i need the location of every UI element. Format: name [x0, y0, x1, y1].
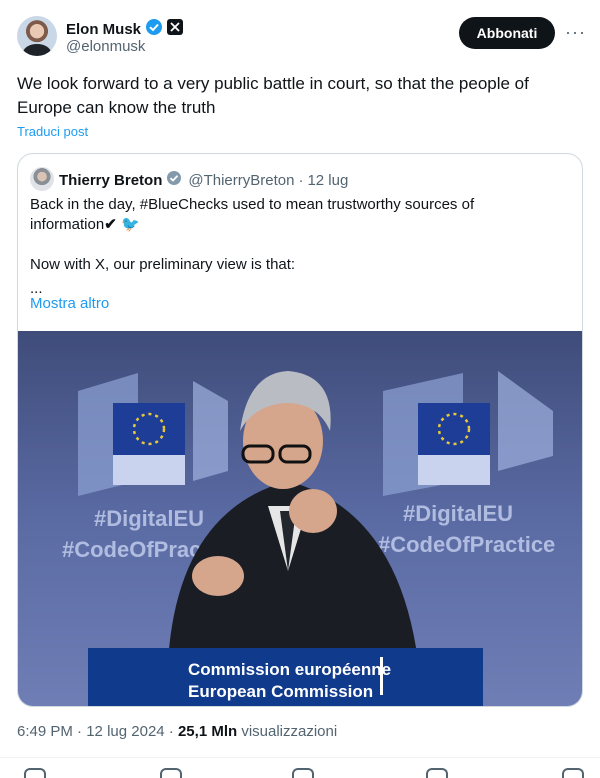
quoted-text-line: Now with X, our preliminary view is that…: [30, 256, 296, 273]
verified-badge-icon: [145, 18, 163, 41]
quoted-author-avatar: [30, 167, 54, 191]
tweet-metadata: 6:49 PM · 12 lug 2024 · 25,1 Mln visuali…: [17, 723, 338, 740]
repost-icon[interactable]: [160, 768, 182, 778]
quoted-tweet-header: Thierry Breton @ThierryBreton · 12 lug: [59, 170, 349, 190]
reply-icon[interactable]: [24, 768, 46, 778]
quoted-tweet[interactable]: Thierry Breton @ThierryBreton · 12 lug B…: [17, 153, 583, 707]
x-logo-icon: [167, 19, 184, 40]
share-icon[interactable]: [562, 768, 584, 778]
quoted-text-line: information: [30, 216, 105, 233]
quoted-tweet-photo[interactable]: #DigitalEU #CodeOfPractice #DigitalEU #C…: [18, 331, 582, 706]
hashtag-right-2: #CodeOfPractice: [378, 532, 555, 557]
tweet-date[interactable]: 12 lug 2024: [86, 723, 164, 740]
check-mark-icon: ✔: [104, 216, 117, 233]
divider: [0, 757, 600, 758]
hashtag-left-1: #DigitalEU: [94, 506, 204, 531]
quoted-tweet-date: 12 lug: [307, 171, 349, 189]
views-count: 25,1 Mln: [177, 723, 238, 740]
subscribe-button[interactable]: Abbonati: [459, 17, 555, 49]
author-handle[interactable]: @elonmusk: [66, 38, 145, 55]
quoted-author-handle: @ThierryBreton: [188, 171, 295, 189]
quoted-text-line: Back in the day, #BlueChecks used to mea…: [30, 196, 475, 213]
government-badge-icon: [166, 170, 182, 190]
tweet-text: We look forward to a very public battle …: [17, 74, 529, 117]
hashtag-right-1: #DigitalEU: [403, 501, 513, 526]
tweet-time[interactable]: 6:49 PM: [17, 723, 73, 740]
more-options-icon[interactable]: ···: [565, 22, 586, 43]
like-icon[interactable]: [292, 768, 314, 778]
quoted-author-name: Thierry Breton: [59, 171, 163, 189]
quoted-text-line: ...: [30, 280, 43, 297]
author-name[interactable]: Elon Musk: [66, 21, 141, 38]
author-avatar[interactable]: [17, 16, 57, 56]
bookmark-icon[interactable]: [426, 768, 448, 778]
podium-line-1: Commission européenne: [188, 660, 391, 679]
translate-post-link[interactable]: Traduci post: [17, 124, 88, 139]
quoted-tweet-text: Back in the day, #BlueChecks used to mea…: [30, 195, 570, 299]
views-label: visualizzazioni: [241, 723, 338, 740]
podium-line-2: European Commission: [188, 682, 373, 701]
show-more-link[interactable]: Mostra altro: [30, 295, 109, 312]
bird-icon: 🐦: [120, 216, 140, 233]
